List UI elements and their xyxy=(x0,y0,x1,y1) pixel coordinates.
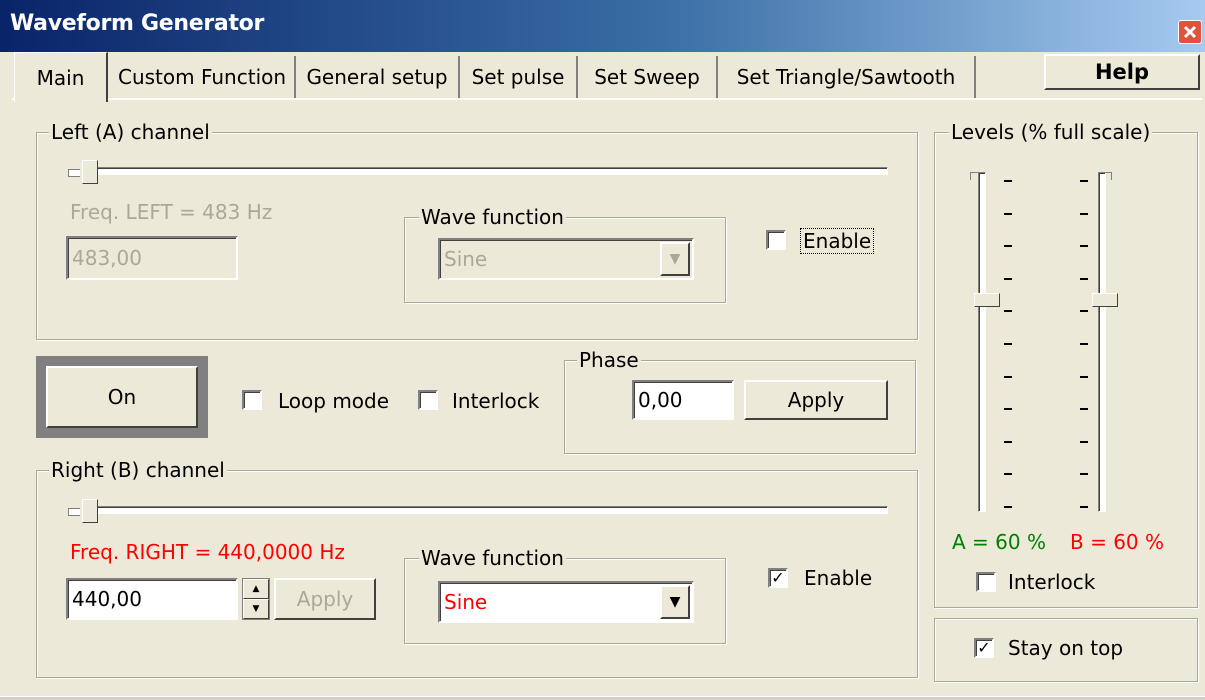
level-b-slider[interactable] xyxy=(1098,172,1106,512)
level-b-top-tick xyxy=(1104,172,1112,180)
chevron-down-icon[interactable]: ▼ xyxy=(660,242,690,276)
levels-interlock-label: Interlock xyxy=(1008,570,1096,594)
interlock-checkbox[interactable] xyxy=(418,390,438,410)
left-frequency-label: Freq. LEFT = 483 Hz xyxy=(70,200,273,224)
left-wave-function-select[interactable]: Sine ▼ xyxy=(438,238,694,280)
level-scale-tick xyxy=(1004,408,1012,411)
left-enable-checkbox[interactable] xyxy=(766,230,786,250)
spin-up-icon[interactable]: ▲ xyxy=(243,579,269,599)
level-a-slider[interactable] xyxy=(978,172,986,512)
right-frequency-spinner[interactable]: ▲ ▼ xyxy=(242,578,270,620)
loop-mode-label: Loop mode xyxy=(278,389,390,413)
right-frequency-slider-thumb[interactable] xyxy=(82,499,98,523)
level-scale-tick xyxy=(1004,180,1012,182)
spin-down-icon[interactable]: ▼ xyxy=(243,599,269,619)
level-scale-tick xyxy=(1004,277,1012,280)
tab-set-triangle-sawtooth[interactable]: Set Triangle/Sawtooth xyxy=(718,56,976,98)
phase-apply-button[interactable]: Apply xyxy=(744,380,888,420)
level-scale-tick xyxy=(1080,245,1088,248)
right-wave-function-select[interactable]: Sine ▼ xyxy=(438,581,694,623)
level-scale-tick xyxy=(1080,343,1088,345)
level-a-top-tick xyxy=(970,172,978,180)
tab-set-pulse[interactable]: Set pulse xyxy=(460,56,578,98)
level-scale-tick xyxy=(1080,473,1088,476)
right-enable-label: Enable xyxy=(804,566,873,590)
levels-legend: Levels (% full scale) xyxy=(949,120,1153,144)
tab-main[interactable]: Main xyxy=(14,52,108,102)
level-scale-tick xyxy=(1004,473,1012,476)
level-scale-tick xyxy=(1004,440,1012,443)
left-channel-legend: Left (A) channel xyxy=(49,120,212,144)
phase-legend: Phase xyxy=(577,348,641,372)
right-wave-function-legend: Wave function xyxy=(419,546,566,570)
right-frequency-input[interactable]: 440,00 xyxy=(66,578,238,620)
level-scale-tick xyxy=(1080,277,1088,280)
on-button[interactable]: On xyxy=(46,366,198,428)
left-slider-tick xyxy=(68,169,80,177)
left-wave-function-value: Sine xyxy=(444,247,488,271)
left-frequency-input[interactable]: 483,00 xyxy=(66,236,238,280)
window-bottom-edge xyxy=(0,696,1205,700)
level-a-value-label: A = 60 % xyxy=(952,530,1046,554)
right-channel-legend: Right (B) channel xyxy=(49,458,227,482)
level-scale-tick xyxy=(1080,408,1088,411)
tab-general-setup[interactable]: General setup xyxy=(296,56,460,98)
level-scale-tick xyxy=(1080,212,1088,215)
level-scale-tick xyxy=(1080,506,1088,508)
level-scale-tick xyxy=(1080,375,1088,378)
phase-input[interactable]: 0,00 xyxy=(632,380,734,420)
stay-on-top-checkbox[interactable]: ✓ xyxy=(974,638,994,658)
level-scale-tick xyxy=(1004,375,1012,378)
left-enable-label[interactable]: Enable xyxy=(800,228,875,254)
chevron-down-icon[interactable]: ▼ xyxy=(660,585,690,619)
on-button-frame: On xyxy=(36,356,208,438)
level-scale-tick xyxy=(1004,245,1012,248)
level-scale-tick xyxy=(1004,212,1012,215)
right-frequency-slider[interactable] xyxy=(84,506,888,514)
window-title: Waveform Generator xyxy=(10,11,265,36)
right-frequency-label: Freq. RIGHT = 440,0000 Hz xyxy=(70,540,345,564)
left-frequency-slider-thumb[interactable] xyxy=(82,160,98,184)
level-scale-tick xyxy=(1004,343,1012,345)
left-wave-function-legend: Wave function xyxy=(419,205,566,229)
tab-strip-line xyxy=(12,98,1202,100)
level-scale-tick xyxy=(1080,440,1088,443)
tab-custom-function[interactable]: Custom Function xyxy=(110,56,296,98)
loop-mode-checkbox[interactable] xyxy=(242,390,262,410)
tab-set-sweep[interactable]: Set Sweep xyxy=(578,56,718,98)
left-frequency-slider[interactable] xyxy=(84,167,888,175)
close-button[interactable] xyxy=(1178,20,1202,44)
stay-on-top-label: Stay on top xyxy=(1008,636,1124,660)
level-a-slider-thumb[interactable] xyxy=(974,293,1000,307)
right-enable-checkbox[interactable]: ✓ xyxy=(768,568,788,588)
level-scale-tick xyxy=(1004,506,1012,508)
level-b-value-label: B = 60 % xyxy=(1070,530,1165,554)
right-wave-function-value: Sine xyxy=(444,590,488,614)
level-scale-tick xyxy=(1080,310,1088,313)
help-button[interactable]: Help xyxy=(1044,54,1200,90)
right-slider-tick xyxy=(68,508,80,516)
level-b-slider-thumb[interactable] xyxy=(1092,293,1118,307)
levels-interlock-checkbox[interactable] xyxy=(976,572,996,592)
interlock-label: Interlock xyxy=(452,389,540,413)
level-scale-tick xyxy=(1080,180,1088,182)
right-apply-button[interactable]: Apply xyxy=(274,578,376,620)
close-icon xyxy=(1183,25,1197,39)
level-scale-tick xyxy=(1004,310,1012,313)
